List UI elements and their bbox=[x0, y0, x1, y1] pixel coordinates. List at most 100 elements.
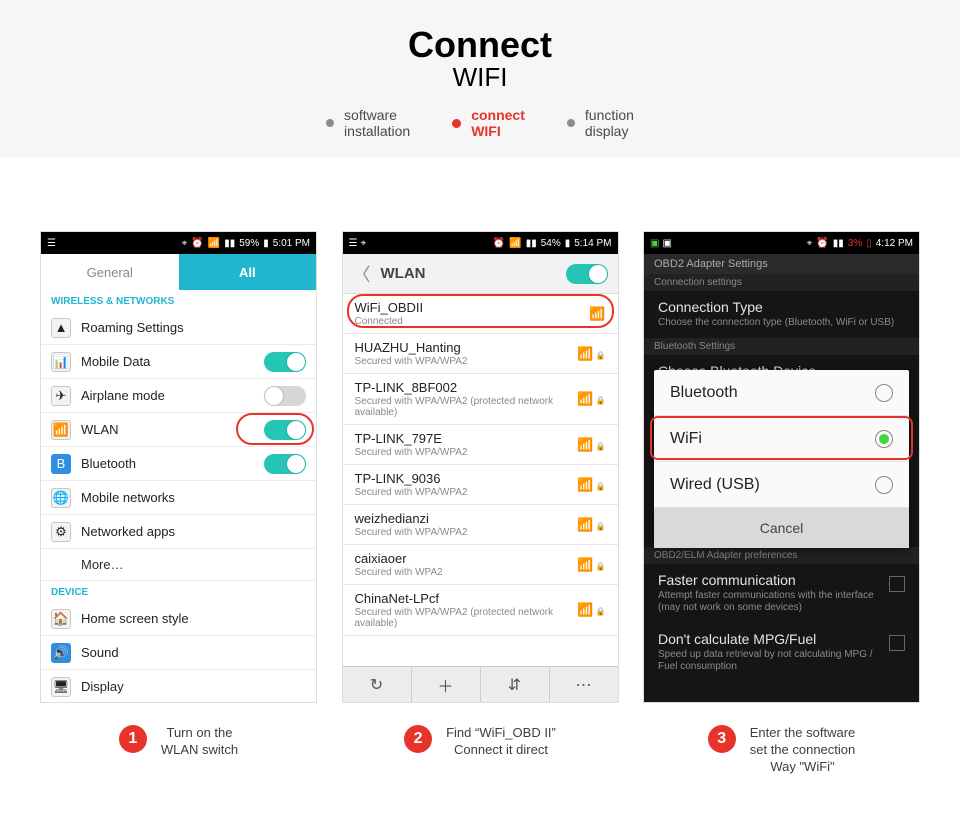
wlan-bottom-bar: ↻ ＋ ⇵ ⋯ bbox=[343, 666, 618, 702]
wifi-icon: 📶 bbox=[51, 420, 71, 440]
toggle-bluetooth[interactable] bbox=[264, 454, 306, 474]
wifi-row[interactable]: TP-LINK_9036Secured with WPA/WPA2📶🔒 bbox=[343, 465, 618, 505]
wifi-row[interactable]: TP-LINK_797ESecured with WPA/WPA2📶🔒 bbox=[343, 425, 618, 465]
row-networked-apps[interactable]: ⚙Networked apps bbox=[41, 515, 316, 549]
row-bluetooth[interactable]: BBluetooth bbox=[41, 447, 316, 481]
checkbox[interactable] bbox=[889, 576, 905, 592]
checkbox[interactable] bbox=[889, 635, 905, 651]
option-wired[interactable]: Wired (USB) bbox=[654, 462, 909, 508]
status-bar: ▣▣ ⌖⏰▮▮ 3%▯ 4:12 PM bbox=[644, 232, 919, 254]
bluetooth-icon: ⌖ bbox=[182, 238, 188, 249]
item-connection-type[interactable]: Connection Type Choose the connection ty… bbox=[644, 291, 919, 338]
wifi-row[interactable]: caixiaoerSecured with WPA2📶🔒 bbox=[343, 545, 618, 585]
section-label: Bluetooth Settings bbox=[644, 338, 919, 355]
row-roaming[interactable]: ▲Roaming Settings bbox=[41, 311, 316, 345]
status-bar: ☰⌖ ⏰📶▮▮ 54%▮ 5:14 PM bbox=[343, 232, 618, 254]
globe-icon: 🌐 bbox=[51, 488, 71, 508]
phone-2-wlan: ☰⌖ ⏰📶▮▮ 54%▮ 5:14 PM 〈 WLAN WiFi_OBDIICo… bbox=[342, 231, 619, 703]
step-badge: 1 bbox=[119, 725, 147, 753]
airplane-icon: ✈ bbox=[51, 386, 71, 406]
connection-type-dialog: Bluetooth WiFi Wired (USB) Cancel bbox=[654, 370, 909, 548]
signal-icon: ▮▮ bbox=[224, 238, 235, 249]
caption-text: Enter the softwareset the connectionWay … bbox=[750, 725, 856, 776]
caption-1: 1 Turn on theWLAN switch bbox=[40, 725, 317, 776]
phone-3-obd-settings: ▣▣ ⌖⏰▮▮ 3%▯ 4:12 PM OBD2 Adapter Setting… bbox=[643, 231, 920, 703]
alarm-icon: ⏰ bbox=[191, 238, 203, 249]
radio-icon bbox=[875, 476, 893, 494]
toggle-wlan-master[interactable] bbox=[566, 264, 608, 284]
row-mobile-data[interactable]: 📊Mobile Data bbox=[41, 345, 316, 379]
bullet-icon bbox=[567, 119, 575, 127]
wifi-row[interactable]: HUAZHU_HantingSecured with WPA/WPA2📶🔒 bbox=[343, 334, 618, 374]
row-sound[interactable]: 🔊Sound bbox=[41, 636, 316, 670]
more-icon[interactable]: ⋯ bbox=[550, 667, 618, 702]
chart-icon: 📊 bbox=[51, 352, 71, 372]
section-label: OBD2/ELM Adapter preferences bbox=[644, 547, 919, 564]
caption-2: 2 Find “WiFi_OBD II”Connect it direct bbox=[342, 725, 619, 776]
tab-general[interactable]: General bbox=[41, 254, 179, 290]
refresh-icon[interactable]: ↻ bbox=[343, 667, 412, 702]
wifi-row[interactable]: TP-LINK_8BF002Secured with WPA/WPA2 (pro… bbox=[343, 374, 618, 425]
sort-icon[interactable]: ⇵ bbox=[481, 667, 550, 702]
wifi-signal-icon: 📶 bbox=[589, 306, 605, 322]
option-wifi[interactable]: WiFi bbox=[654, 416, 909, 462]
row-home-style[interactable]: 🏠Home screen style bbox=[41, 602, 316, 636]
page-header: Connect WIFI softwareinstallation connec… bbox=[0, 0, 960, 157]
wifi-obdii[interactable]: WiFi_OBDIIConnected 📶 bbox=[343, 294, 618, 334]
item-faster-comm[interactable]: Faster communication Attempt faster comm… bbox=[644, 564, 919, 623]
add-icon[interactable]: ＋ bbox=[412, 667, 481, 702]
sound-icon: 🔊 bbox=[51, 643, 71, 663]
row-more[interactable]: More… bbox=[41, 549, 316, 581]
item-no-mpg[interactable]: Don't calculate MPG/Fuel Speed up data r… bbox=[644, 623, 919, 682]
settings-tabs: General All bbox=[41, 254, 316, 290]
back-icon[interactable]: 〈 bbox=[353, 261, 371, 287]
home-icon: 🏠 bbox=[51, 609, 71, 629]
header-title: Connect bbox=[0, 24, 960, 66]
breadcrumb: softwareinstallation connectWIFI functio… bbox=[0, 107, 960, 139]
section-device: DEVICE bbox=[41, 581, 316, 602]
triangle-icon: ▲ bbox=[51, 318, 71, 338]
row-mobile-networks[interactable]: 🌐Mobile networks bbox=[41, 481, 316, 515]
caption-3: 3 Enter the softwareset the connectionWa… bbox=[643, 725, 920, 776]
row-display[interactable]: 🖥Display bbox=[41, 670, 316, 703]
wifi-row[interactable]: ChinaNet-LPcfSecured with WPA/WPA2 (prot… bbox=[343, 585, 618, 636]
cancel-button[interactable]: Cancel bbox=[654, 508, 909, 548]
toggle-wlan[interactable] bbox=[264, 420, 306, 440]
bullet-icon bbox=[452, 119, 461, 128]
section-wireless: WIRELESS & NETWORKS bbox=[41, 290, 316, 311]
wifi-row[interactable]: weizhedianziSecured with WPA/WPA2📶🔒 bbox=[343, 505, 618, 545]
status-bar: ☰ ⌖ ⏰ 📶 ▮▮ 59% ▮ 5:01 PM bbox=[41, 232, 316, 254]
display-icon: 🖥 bbox=[51, 677, 71, 697]
section-label: Connection settings bbox=[644, 274, 919, 291]
toggle-airplane[interactable] bbox=[264, 386, 306, 406]
option-bluetooth[interactable]: Bluetooth bbox=[654, 370, 909, 416]
status-time: 5:01 PM bbox=[273, 238, 310, 249]
toggle-mobile-data[interactable] bbox=[264, 352, 306, 372]
apps-icon: ⚙ bbox=[51, 522, 71, 542]
bluetooth-icon: B bbox=[51, 454, 71, 474]
wlan-header: 〈 WLAN bbox=[343, 254, 618, 294]
battery-label: 59% bbox=[239, 238, 259, 249]
row-wlan[interactable]: 📶WLAN bbox=[41, 413, 316, 447]
bullet-icon bbox=[326, 119, 334, 127]
wlan-title: WLAN bbox=[381, 265, 566, 282]
caption-text: Find “WiFi_OBD II”Connect it direct bbox=[446, 725, 556, 759]
captions-row: 1 Turn on theWLAN switch 2 Find “WiFi_OB… bbox=[0, 703, 960, 776]
header-subtitle: WIFI bbox=[0, 62, 960, 93]
screenshots-row: ☰ ⌖ ⏰ 📶 ▮▮ 59% ▮ 5:01 PM General All WIR… bbox=[0, 157, 960, 703]
caption-text: Turn on theWLAN switch bbox=[161, 725, 238, 759]
crumb-software[interactable]: softwareinstallation bbox=[326, 107, 410, 139]
radio-icon bbox=[875, 430, 893, 448]
lock-icon: 🔒 bbox=[596, 351, 606, 360]
wifi-icon: 📶 bbox=[208, 238, 220, 249]
radio-icon bbox=[875, 384, 893, 402]
row-airplane[interactable]: ✈Airplane mode bbox=[41, 379, 316, 413]
battery-icon: ▮ bbox=[263, 238, 269, 249]
phone-1-settings: ☰ ⌖ ⏰ 📶 ▮▮ 59% ▮ 5:01 PM General All WIR… bbox=[40, 231, 317, 703]
step-badge: 3 bbox=[708, 725, 736, 753]
crumb-function[interactable]: functiondisplay bbox=[567, 107, 634, 139]
crumb-connect-wifi[interactable]: connectWIFI bbox=[452, 107, 525, 139]
screen-title: OBD2 Adapter Settings bbox=[644, 254, 919, 274]
tab-all[interactable]: All bbox=[179, 254, 317, 290]
step-badge: 2 bbox=[404, 725, 432, 753]
